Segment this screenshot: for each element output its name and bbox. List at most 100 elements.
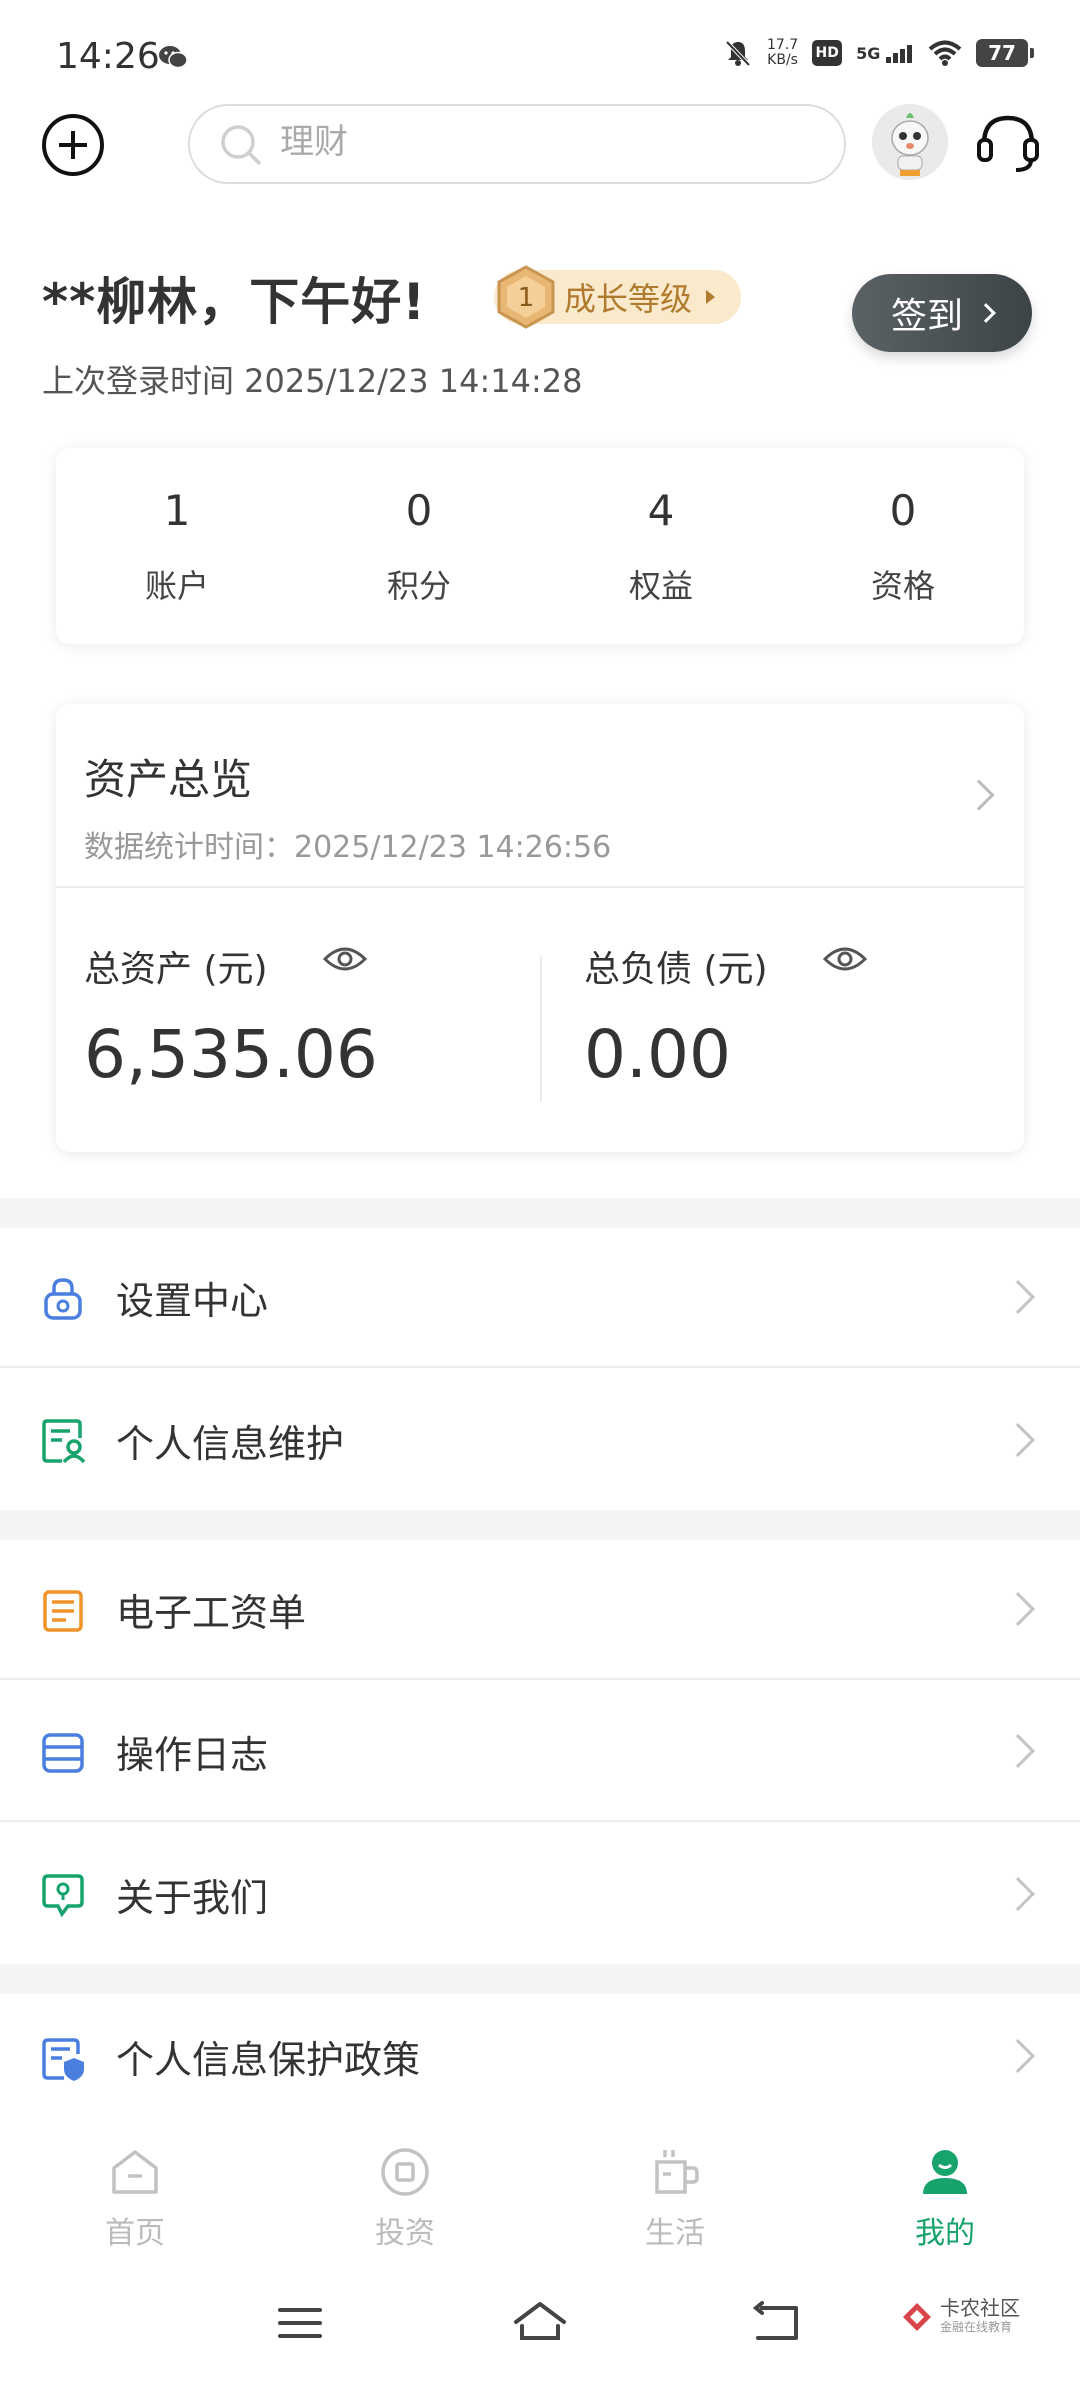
- stat-qualifications[interactable]: 0 资格: [782, 448, 1024, 644]
- chevron-right-icon: [1001, 1280, 1035, 1314]
- id-card-icon: [42, 1419, 86, 1464]
- menu-item-privacy-policy[interactable]: 个人信息保护政策: [0, 1994, 1080, 2118]
- chevron-right-icon: [963, 779, 995, 811]
- stat-label: 账户: [144, 566, 209, 605]
- wifi-icon: [928, 40, 962, 66]
- privacy-shield-icon: [42, 2038, 84, 2081]
- menu-label: 操作日志: [116, 1732, 269, 1777]
- about-chat-icon: [42, 1874, 84, 1918]
- user-icon: [923, 2150, 967, 2194]
- total-assets-section: 总资产 (元) 6,535.06: [56, 888, 540, 1152]
- watermark-logo-icon: [903, 2302, 931, 2331]
- system-home-icon[interactable]: [512, 2300, 568, 2346]
- search-icon: [221, 125, 262, 166]
- nav-invest[interactable]: 投资: [270, 2118, 540, 2268]
- greeting-text: **柳林，下午好!: [42, 273, 427, 331]
- cell-signal-icon: 5G: [856, 43, 914, 63]
- customer-service-icon[interactable]: [974, 110, 1042, 178]
- mute-bell-icon: [725, 40, 751, 67]
- asset-stat-time: 数据统计时间：2025/12/23 14:26:56: [84, 830, 612, 865]
- menu-label: 关于我们: [116, 1875, 269, 1920]
- stat-accounts[interactable]: 1 账户: [56, 448, 298, 644]
- watermark-subtitle: 金融在线教育: [940, 2320, 1013, 2334]
- hd-badge: HD: [812, 40, 843, 66]
- status-indicators: 17.7 KB/s HD 5G 77: [723, 38, 1034, 68]
- menu-item-personal-info[interactable]: 个人信息维护: [0, 1370, 1080, 1510]
- checkin-button[interactable]: 签到: [852, 274, 1032, 352]
- system-nav-bar: 卡农社区 金融在线教育: [0, 2268, 1080, 2388]
- stat-value: 4: [647, 485, 675, 535]
- menu-item-operation-log[interactable]: 操作日志: [0, 1682, 1080, 1822]
- level-label: 成长等级: [564, 280, 693, 318]
- log-icon: [42, 1733, 84, 1773]
- add-icon[interactable]: [40, 112, 106, 178]
- stats-card: 1 账户 0 积分 4 权益 0 资格: [56, 448, 1024, 644]
- nav-label: 我的: [915, 2216, 975, 2251]
- menu-item-about-us[interactable]: 关于我们: [0, 1824, 1080, 1964]
- asset-overview-card: 资产总览 数据统计时间：2025/12/23 14:26:56 总资产 (元) …: [56, 704, 1024, 1152]
- stat-label: 资格: [870, 566, 935, 605]
- chevron-right-icon: [976, 303, 996, 323]
- chevron-right-icon: [1001, 1734, 1035, 1768]
- chevron-right-icon: [1001, 1592, 1035, 1626]
- stat-label: 权益: [628, 566, 693, 605]
- eye-icon[interactable]: [822, 942, 868, 976]
- status-time: 14:26: [56, 36, 160, 77]
- watermark-title: 卡农社区: [940, 2296, 1020, 2320]
- search-bar[interactable]: [188, 104, 846, 184]
- payslip-icon: [43, 1590, 83, 1632]
- search-input[interactable]: [280, 122, 780, 162]
- back-icon[interactable]: [752, 2300, 804, 2346]
- total-liabilities-label: 总负债 (元): [584, 949, 768, 990]
- avatar-robot-icon: [872, 104, 948, 180]
- section-divider: [0, 1198, 1080, 1228]
- nav-label: 生活: [645, 2216, 705, 2251]
- total-liabilities-section: 总负债 (元) 0.00: [540, 947, 1024, 1102]
- menu-item-settings[interactable]: 设置中心: [0, 1228, 1080, 1368]
- coin-icon: [381, 2148, 429, 2196]
- stat-value: 0: [889, 485, 917, 535]
- checkin-label: 签到: [890, 296, 963, 337]
- battery-icon: 77: [976, 39, 1034, 67]
- level-hexagon-icon: 1: [497, 265, 555, 329]
- total-assets-value: 6,535.06: [84, 1016, 378, 1093]
- level-number: 1: [518, 283, 535, 313]
- chevron-right-icon: [1001, 1877, 1035, 1911]
- nav-label: 投资: [375, 2216, 435, 2251]
- menu-label: 设置中心: [116, 1278, 269, 1323]
- nav-life[interactable]: 生活: [540, 2118, 810, 2268]
- last-login-time: 上次登录时间 2025/12/23 14:14:28: [42, 362, 583, 400]
- network-speed: 17.7 KB/s: [767, 38, 798, 68]
- menu-label: 个人信息维护: [116, 1421, 345, 1466]
- chevron-right-icon: [1001, 1423, 1035, 1457]
- home-icon: [112, 2150, 158, 2194]
- coffee-cup-icon: [655, 2150, 699, 2194]
- menu-item-payslip[interactable]: 电子工资单: [0, 1540, 1080, 1680]
- menu-icon[interactable]: [276, 2300, 324, 2346]
- total-liabilities-value: 0.00: [584, 1016, 731, 1093]
- level-arrow-icon: [706, 290, 716, 304]
- stat-value: 0: [405, 485, 433, 535]
- section-divider: [0, 1510, 1080, 1540]
- nav-home[interactable]: 首页: [0, 2118, 270, 2268]
- total-assets-label: 总资产 (元): [84, 949, 268, 990]
- bottom-nav: 首页 投资 生活 我的: [0, 2118, 1080, 2268]
- asset-overview-header[interactable]: 资产总览 数据统计时间：2025/12/23 14:26:56: [56, 704, 1024, 888]
- stat-benefits[interactable]: 4 权益: [540, 448, 782, 644]
- top-bar: [0, 100, 1080, 190]
- stat-value: 1: [163, 485, 191, 535]
- menu-label: 电子工资单: [116, 1590, 307, 1635]
- avatar[interactable]: [872, 104, 948, 180]
- asset-overview-title: 资产总览: [84, 755, 253, 804]
- growth-level-badge[interactable]: 1 成长等级: [494, 265, 742, 329]
- lock-settings-icon: [44, 1278, 82, 1320]
- chevron-right-icon: [1001, 2039, 1035, 2073]
- stat-points[interactable]: 0 积分: [298, 448, 540, 644]
- network-type: 5G: [856, 44, 881, 63]
- stat-label: 积分: [386, 566, 451, 605]
- network-speed-value: 17.7: [766, 37, 799, 53]
- nav-label: 首页: [105, 2216, 165, 2251]
- menu-label: 个人信息保护政策: [116, 2037, 421, 2082]
- nav-mine[interactable]: 我的: [810, 2118, 1080, 2268]
- eye-icon[interactable]: [322, 942, 368, 976]
